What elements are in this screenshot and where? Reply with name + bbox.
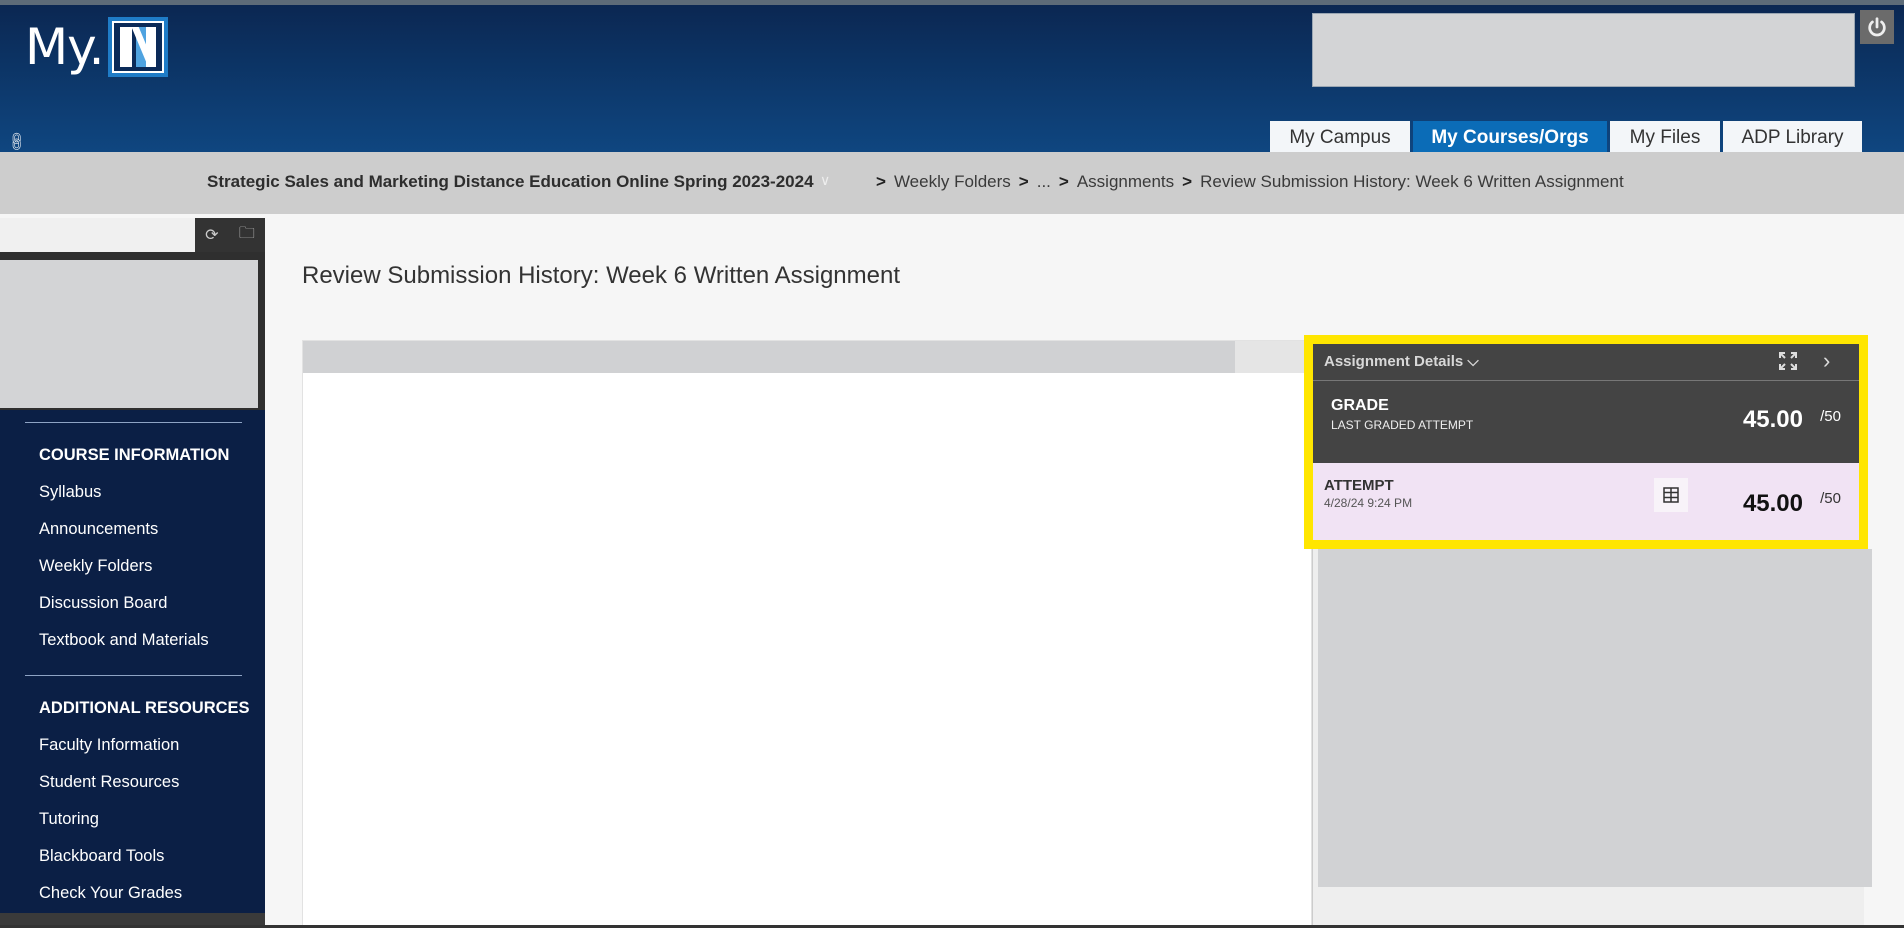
header-blank-box	[1312, 13, 1855, 87]
chevron-right-icon[interactable]: ›	[1823, 348, 1830, 374]
chevron-down-icon: ⌵	[1467, 353, 1479, 370]
grade-score: 45.00	[1742, 406, 1803, 433]
sidebar-item-check-your-grades[interactable]: Check Your Grades	[39, 884, 182, 903]
breadcrumb-course[interactable]: Strategic Sales and Marketing Distance E…	[207, 172, 814, 192]
refresh-icon[interactable]: ⟳	[205, 225, 218, 245]
attempt-date: 4/28/24 9:24 PM	[1324, 496, 1413, 510]
tab-my-campus[interactable]: My Campus	[1270, 121, 1410, 155]
sidebar-item-weekly-folders[interactable]: Weekly Folders	[39, 557, 152, 576]
sidebar-item-textbook-and-materials[interactable]: Textbook and Materials	[39, 631, 209, 650]
grade-label: GRADE	[1331, 397, 1389, 414]
folder-icon[interactable]: 🗀︎	[239, 222, 255, 249]
tab-my-courses-orgs[interactable]: My Courses/Orgs	[1413, 121, 1607, 155]
course-menu: ⟳ 🗀︎ COURSE INFORMATION Syllabus Announc…	[0, 214, 265, 928]
attempt-label: ATTEMPT	[1324, 477, 1394, 494]
breadcrumb-ellipsis[interactable]: ...	[1037, 172, 1051, 192]
breadcrumb-separator: >	[1182, 172, 1193, 191]
breadcrumb-weekly-folders[interactable]: Weekly Folders	[894, 172, 1011, 192]
breadcrumb-assignments[interactable]: Assignments	[1077, 172, 1174, 192]
breadcrumb-current-page: Review Submission History: Week 6 Writte…	[1200, 172, 1624, 191]
breadcrumb-separator: >	[1058, 172, 1069, 191]
course-menu-toolbar: ⟳ 🗀︎	[0, 214, 265, 252]
course-banner-placeholder	[0, 260, 258, 408]
grade-sublabel: LAST GRADED ATTEMPT	[1331, 418, 1474, 432]
sidebar-item-faculty-information[interactable]: Faculty Information	[39, 736, 179, 755]
toolbar-band	[0, 252, 265, 260]
sidebar-item-announcements[interactable]: Announcements	[39, 520, 158, 539]
power-icon	[1868, 17, 1886, 37]
section-heading-additional-resources: ADDITIONAL RESOURCES	[39, 699, 250, 717]
submission-viewer	[302, 340, 1313, 928]
chevron-down-icon[interactable]: ∨	[820, 172, 830, 189]
grid-icon	[1663, 487, 1679, 503]
section-heading-course-information: COURSE INFORMATION	[39, 446, 230, 464]
sidebar-item-discussion-board[interactable]: Discussion Board	[39, 594, 167, 613]
rubric-button[interactable]	[1654, 478, 1688, 512]
site-header: My. 🔗︎ My Campus My Courses/Orgs My File…	[0, 5, 1904, 155]
course-menu-field[interactable]	[0, 218, 195, 252]
sidebar-item-student-resources[interactable]: Student Resources	[39, 773, 179, 792]
assignment-details-title[interactable]: Assignment Details ⌵	[1324, 353, 1479, 370]
viewer-toolbar-end	[1235, 341, 1313, 373]
expand-icon[interactable]	[1778, 351, 1798, 376]
link-icon[interactable]: 🔗︎	[5, 129, 30, 154]
breadcrumb-separator: >	[1018, 172, 1029, 191]
divider	[25, 422, 242, 423]
attempt-row[interactable]: ATTEMPT 4/28/24 9:24 PM 45.00 /50	[1313, 463, 1859, 540]
assignment-details-panel: Assignment Details ⌵ › GRADE LAST GRADED…	[1304, 335, 1868, 549]
divider	[25, 675, 242, 676]
breadcrumb: Strategic Sales and Marketing Distance E…	[0, 152, 1904, 214]
attempt-max: /50	[1820, 490, 1841, 507]
tab-adp-library[interactable]: ADP Library	[1723, 121, 1862, 155]
grade-summary: GRADE LAST GRADED ATTEMPT 45.00 /50	[1313, 381, 1859, 463]
details-panel-placeholder	[1318, 549, 1872, 887]
logo-text: My.	[25, 18, 104, 76]
sidebar-item-syllabus[interactable]: Syllabus	[39, 483, 101, 502]
page-title: Review Submission History: Week 6 Writte…	[302, 262, 900, 289]
assignment-details-header[interactable]: Assignment Details ⌵ ›	[1313, 344, 1859, 381]
logo-n-icon	[107, 17, 168, 77]
tab-my-files[interactable]: My Files	[1610, 121, 1720, 155]
breadcrumb-separator: >	[876, 172, 886, 191]
attempt-score: 45.00	[1742, 490, 1803, 517]
viewer-toolbar	[303, 341, 1235, 373]
logo[interactable]: My.	[25, 17, 168, 77]
sidebar-item-tutoring[interactable]: Tutoring	[39, 810, 99, 829]
sidebar-item-blackboard-tools[interactable]: Blackboard Tools	[39, 847, 164, 866]
grade-max: /50	[1820, 408, 1841, 425]
course-nav: COURSE INFORMATION Syllabus Announcement…	[0, 410, 265, 913]
logout-button[interactable]	[1860, 10, 1894, 44]
